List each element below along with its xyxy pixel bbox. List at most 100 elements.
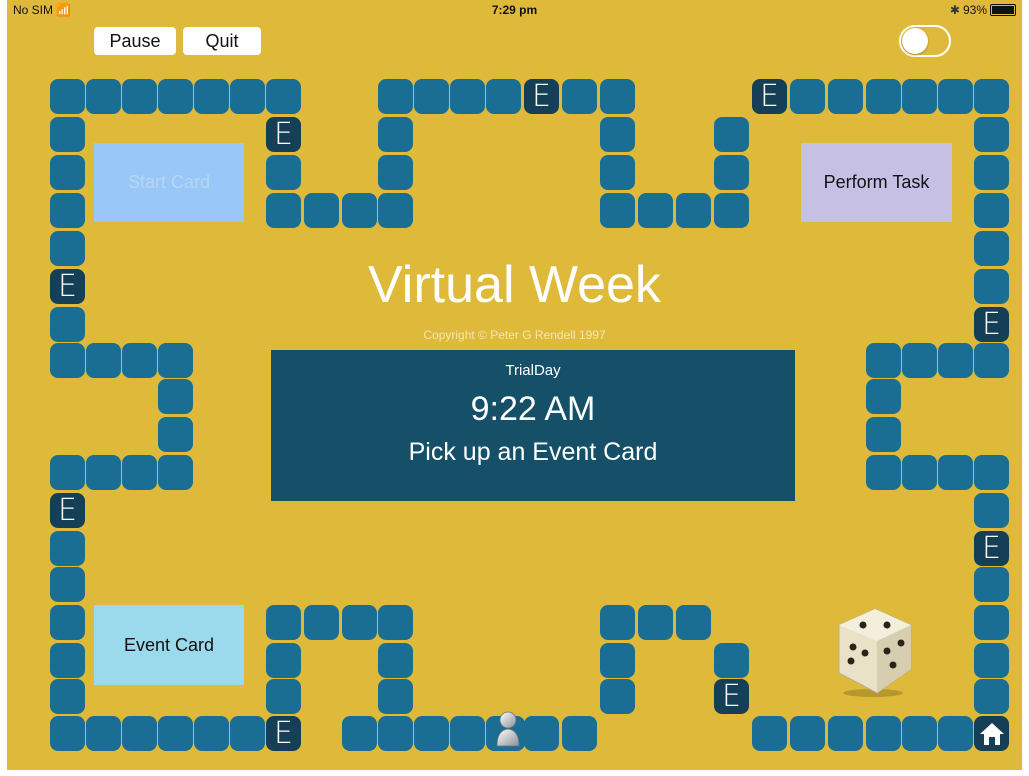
board-tile <box>158 379 193 414</box>
board-tile <box>866 455 901 490</box>
event-tile: E <box>266 117 301 152</box>
board-tile <box>714 193 749 228</box>
quit-button[interactable]: Quit <box>183 27 261 55</box>
board-tile <box>828 716 863 751</box>
board-tile <box>378 679 413 714</box>
clock-label: 7:29 pm <box>491 3 538 17</box>
board-tile <box>450 716 485 751</box>
board-tile <box>562 79 597 114</box>
event-card[interactable]: Event Card <box>94 605 244 685</box>
event-tile: E <box>50 493 85 528</box>
event-tile: E <box>974 531 1009 566</box>
board-tile <box>638 605 673 640</box>
board-tile <box>50 643 85 678</box>
board-tile <box>902 716 937 751</box>
board-tile <box>342 716 377 751</box>
board-tile <box>600 117 635 152</box>
board-tile <box>828 79 863 114</box>
dice-icon[interactable] <box>827 603 913 698</box>
board-tile <box>266 643 301 678</box>
board-tile <box>600 679 635 714</box>
board-tile <box>866 716 901 751</box>
board-tile <box>486 79 521 114</box>
player-token-icon[interactable] <box>493 710 523 748</box>
board-tile <box>230 79 265 114</box>
game-time: 9:22 AM <box>470 390 596 428</box>
board-tile <box>50 716 85 751</box>
board-tile <box>974 605 1009 640</box>
board-tile <box>974 679 1009 714</box>
board-tile <box>938 716 973 751</box>
board-tile <box>974 117 1009 152</box>
board-tile <box>158 716 193 751</box>
instruction-message: Pick up an Event Card <box>408 438 658 466</box>
board-tile <box>50 567 85 602</box>
board-tile <box>50 155 85 190</box>
board-tile <box>638 193 673 228</box>
toggle-knob <box>902 28 928 54</box>
game-board: No SIM 📶 7:29 pm ✱ 93% Pause Quit EEEEEE… <box>7 0 1022 770</box>
board-tile <box>230 716 265 751</box>
board-tile <box>86 79 121 114</box>
board-tile <box>902 343 937 378</box>
board-tile <box>122 343 157 378</box>
board-tile <box>158 455 193 490</box>
game-title: Virtual Week <box>368 256 661 314</box>
board-tile <box>600 79 635 114</box>
board-tile <box>194 716 229 751</box>
board-tile <box>866 343 901 378</box>
board-tile <box>600 155 635 190</box>
board-tile <box>524 716 559 751</box>
board-tile <box>714 155 749 190</box>
board-tile <box>866 79 901 114</box>
event-tile: E <box>752 79 787 114</box>
event-tile: E <box>524 79 559 114</box>
board-tile <box>938 79 973 114</box>
board-tile <box>378 193 413 228</box>
battery-percent: 93% <box>962 3 987 17</box>
perform-task-card[interactable]: Perform Task <box>801 143 952 222</box>
board-tile <box>378 605 413 640</box>
pause-button[interactable]: Pause <box>94 27 176 55</box>
board-tile <box>158 417 193 452</box>
board-tile <box>122 79 157 114</box>
board-tile <box>266 79 301 114</box>
board-tile <box>158 79 193 114</box>
board-tile <box>902 455 937 490</box>
board-tile <box>974 455 1009 490</box>
settings-toggle[interactable] <box>899 25 951 57</box>
board-tile <box>342 605 377 640</box>
board-tile <box>50 343 85 378</box>
board-tile <box>266 155 301 190</box>
start-card[interactable]: Start Card <box>94 143 244 222</box>
board-tile <box>902 79 937 114</box>
board-tile <box>50 531 85 566</box>
info-panel: TrialDay 9:22 AM Pick up an Event Card <box>271 350 795 501</box>
board-tile <box>378 79 413 114</box>
board-tile <box>974 79 1009 114</box>
board-tile <box>378 117 413 152</box>
board-tile <box>714 117 749 152</box>
board-tile <box>600 193 635 228</box>
board-tile <box>50 679 85 714</box>
board-tile <box>676 605 711 640</box>
board-tile <box>378 716 413 751</box>
board-tile <box>50 455 85 490</box>
board-tile <box>938 343 973 378</box>
battery-icon <box>990 4 1016 16</box>
board-tile <box>86 455 121 490</box>
board-tile <box>50 79 85 114</box>
board-tile <box>974 193 1009 228</box>
board-tile <box>86 716 121 751</box>
battery-indicator: ✱ 93% <box>950 3 1016 17</box>
board-tile <box>974 343 1009 378</box>
board-tile <box>86 343 121 378</box>
board-tile <box>266 193 301 228</box>
home-icon <box>974 716 1009 751</box>
board-tile <box>266 605 301 640</box>
event-tile: E <box>714 679 749 714</box>
board-tile <box>378 643 413 678</box>
board-tile <box>866 379 901 414</box>
board-tile <box>158 343 193 378</box>
board-tile <box>600 643 635 678</box>
